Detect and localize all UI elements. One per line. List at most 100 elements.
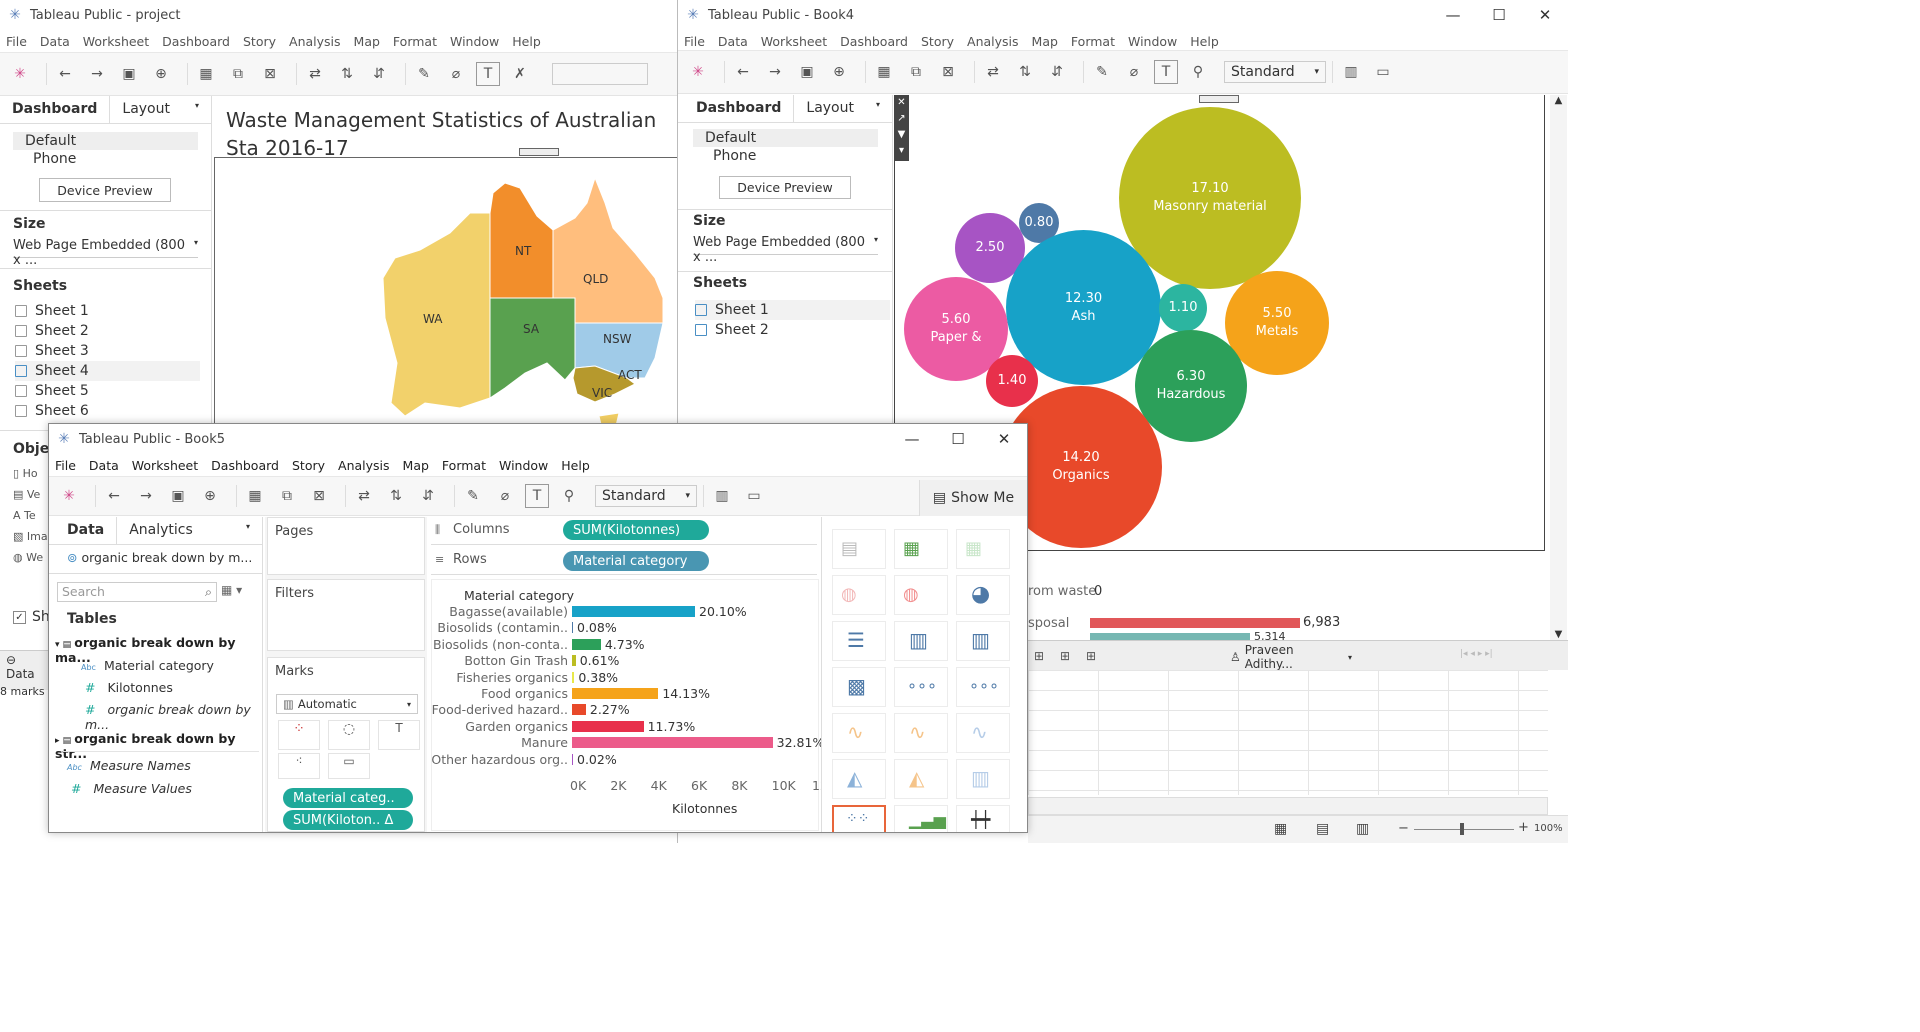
size-select[interactable]: Web Page Embedded (800 x ... ▾	[13, 238, 198, 268]
pin-icon[interactable]: ⚲	[557, 484, 581, 508]
fit-select[interactable]: Standard ▾	[1224, 61, 1326, 83]
menu-map[interactable]: Map	[1032, 34, 1058, 49]
swap-icon[interactable]: ⇄	[352, 484, 376, 508]
bar-mark[interactable]	[572, 704, 586, 716]
sheet-item[interactable]: Sheet 4	[15, 361, 200, 381]
menu-window[interactable]: Window	[450, 34, 499, 49]
group-icon[interactable]: ⌀	[1122, 60, 1146, 84]
showme-line-cont[interactable]: ∿	[832, 713, 886, 753]
new-datasource-icon[interactable]: ⊕	[827, 60, 851, 84]
view-toggle-icon[interactable]: ▦ ▾	[221, 583, 242, 597]
menu-worksheet[interactable]: Worksheet	[132, 458, 198, 473]
sheet-item[interactable]: Sheet 1	[15, 301, 200, 321]
tab-dashboard[interactable]: Dashboard	[0, 96, 109, 123]
table-2[interactable]: ▸ ▤ organic break down by str...	[55, 731, 262, 761]
menu-worksheet[interactable]: Worksheet	[761, 34, 827, 49]
tab-dashboard[interactable]: Dashboard	[678, 95, 793, 122]
close-icon[interactable]: ✕	[1522, 0, 1568, 30]
label-icon[interactable]: T	[1154, 60, 1178, 84]
label-button[interactable]: T	[378, 720, 420, 750]
device-preview-button[interactable]: Device Preview	[719, 176, 851, 199]
showme-line-disc[interactable]: ∿	[894, 713, 948, 753]
menu-file[interactable]: File	[684, 34, 705, 49]
menu-analysis[interactable]: Analysis	[289, 34, 341, 49]
clear-icon[interactable]: ⊠	[936, 60, 960, 84]
menu-help[interactable]: Help	[512, 34, 541, 49]
bubble-red-small[interactable]: 1.40	[986, 355, 1038, 407]
showme-heat-map[interactable]: ▦	[894, 529, 948, 569]
vertical-scrollbar[interactable]: ▲ ▼	[1550, 95, 1567, 640]
bar-mark[interactable]	[572, 720, 644, 732]
showme-scatter[interactable]: ⁘⁘	[832, 805, 886, 832]
bar-mark[interactable]	[572, 638, 601, 650]
sheet-item[interactable]: Sheet 2	[695, 320, 890, 340]
bar-mark[interactable]	[572, 606, 696, 617]
search-field[interactable]: Search ⌕	[57, 582, 217, 602]
showme-pie[interactable]: ◕	[956, 575, 1010, 615]
sheet-item[interactable]: Sheet 5	[15, 381, 200, 401]
bar-mark[interactable]	[572, 622, 573, 634]
sort-asc-icon[interactable]: ⇅	[384, 484, 408, 508]
bar-mark[interactable]	[572, 671, 575, 683]
group-icon[interactable]: ⌀	[493, 484, 517, 508]
zoom-slider[interactable]	[1414, 823, 1514, 835]
tab-nav-icon[interactable]: |◂ ◂ ▸ ▸|	[1460, 649, 1493, 659]
bubble-teal[interactable]: 1.10	[1159, 284, 1207, 332]
field-measure-values[interactable]: # Measure Values	[71, 781, 192, 796]
horizontal-scrollbar[interactable]	[1028, 797, 1548, 815]
scroll-up-icon[interactable]: ▲	[1550, 95, 1567, 106]
device-default[interactable]: Default	[13, 132, 198, 150]
label-icon[interactable]: T	[525, 484, 549, 508]
field-count[interactable]: # organic break down by m...	[85, 702, 262, 732]
fit-select[interactable]: Standard ▾	[595, 485, 697, 507]
maximize-icon[interactable]: ☐	[1476, 0, 1522, 30]
showme-dual-line[interactable]: ∿	[956, 713, 1010, 753]
fix-axes-icon[interactable]: ✗	[508, 62, 532, 86]
label-icon[interactable]: T	[476, 62, 500, 86]
menu-story[interactable]: Story	[292, 458, 325, 473]
menu-worksheet[interactable]: Worksheet	[83, 34, 149, 49]
menu-format[interactable]: Format	[1071, 34, 1115, 49]
size-button[interactable]: ◌	[328, 720, 370, 750]
save-icon[interactable]: ▣	[166, 484, 190, 508]
device-preview-button[interactable]: Device Preview	[39, 178, 171, 202]
highlight-icon[interactable]: ✎	[412, 62, 436, 86]
field-measure-names[interactable]: Abc Measure Names	[67, 758, 191, 773]
showme-side-circle[interactable]: ∘∘∘	[956, 667, 1010, 707]
zoom-in-icon[interactable]: +	[1518, 820, 1529, 835]
menu-analysis[interactable]: Analysis	[338, 458, 390, 473]
menu-file[interactable]: File	[55, 458, 76, 473]
filters-card[interactable]: Filters	[267, 579, 425, 651]
resize-handle[interactable]	[1199, 95, 1239, 103]
new-dashboard-icon[interactable]: ⊞	[1060, 649, 1070, 663]
object-web[interactable]: ◍ We	[13, 547, 48, 568]
datasource-item[interactable]: ⊚ organic break down by m...	[67, 550, 252, 565]
swap-icon[interactable]: ⇄	[303, 62, 327, 86]
minimize-icon[interactable]: —	[1430, 0, 1476, 30]
show-cards-icon[interactable]: ▥	[1339, 60, 1363, 84]
tableau-home-icon[interactable]: ✳	[8, 62, 32, 86]
tooltip-button[interactable]: ▭	[328, 753, 370, 779]
menu-format[interactable]: Format	[393, 34, 437, 49]
new-sheet-icon[interactable]: ▦	[194, 62, 218, 86]
field-material-category[interactable]: Abc Material category	[81, 658, 214, 673]
menu-map[interactable]: Map	[403, 458, 429, 473]
lower-bar-2[interactable]	[1090, 633, 1250, 640]
sheet-item[interactable]: Sheet 3	[15, 341, 200, 361]
menu-window[interactable]: Window	[1128, 34, 1177, 49]
close-icon[interactable]: ✕	[894, 95, 909, 111]
menu-dashboard[interactable]: Dashboard	[840, 34, 908, 49]
showme-boxplot[interactable]: ┿┿	[956, 805, 1010, 832]
field-kilotonnes[interactable]: # Kilotonnes	[85, 680, 173, 695]
user-menu[interactable]: ♙ Praveen Adithy... ▾	[1230, 643, 1352, 671]
show-title-checkbox[interactable]: ✓ Sh	[13, 609, 50, 625]
tableau-home-icon[interactable]: ✳	[57, 484, 81, 508]
presentation-icon[interactable]: ▭	[1371, 60, 1395, 84]
tab-layout[interactable]: Layout ▾	[109, 96, 211, 123]
showme-treemap[interactable]: ▩	[832, 667, 886, 707]
highlight-icon[interactable]: ✎	[461, 484, 485, 508]
showme-area-cont[interactable]: ◭	[832, 759, 886, 799]
menu-data[interactable]: Data	[718, 34, 748, 49]
showme-stacked-bar[interactable]: ▥	[894, 621, 948, 661]
more-options-icon[interactable]: ▾	[894, 143, 909, 159]
